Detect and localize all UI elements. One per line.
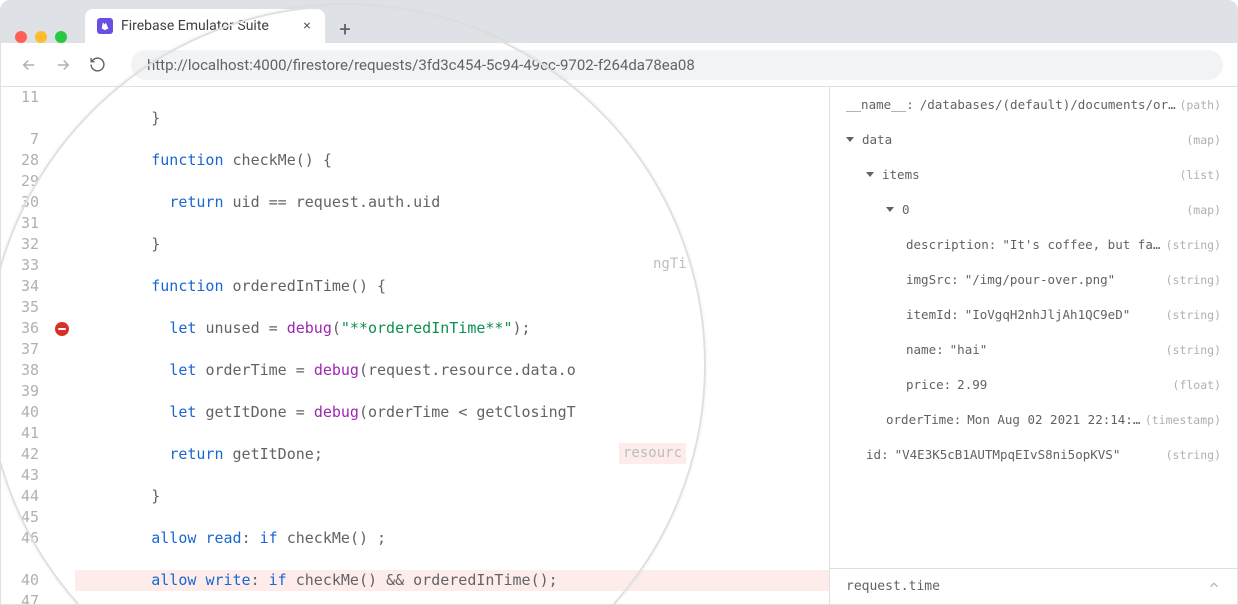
field-description: description: "It's coffee, but fanc… (st… — [830, 227, 1237, 262]
field-itemname: name: "hai" (string) — [830, 332, 1237, 367]
field-price: price: 2.99 (float) — [830, 367, 1237, 402]
caret-down-icon — [866, 172, 874, 177]
marker-column — [49, 87, 75, 604]
caret-down-icon — [886, 207, 894, 212]
traffic-lights — [15, 31, 67, 43]
address-bar[interactable]: http://localhost:4000/firestore/requests… — [131, 50, 1223, 80]
forward-button[interactable] — [49, 51, 77, 79]
favicon-firebase-icon — [97, 18, 113, 34]
back-button[interactable] — [15, 51, 43, 79]
chevron-up-icon — [1207, 578, 1221, 596]
browser-window: Firebase Emulator Suite × + http://local… — [0, 0, 1238, 605]
request-inspector: __name__: /databases/(default)/documents… — [829, 87, 1237, 604]
field-id: id: "V4E3K5cB1AUTMpqEIvS8ni5opKVS" (stri… — [830, 437, 1237, 472]
field-items[interactable]: items (list) — [830, 157, 1237, 192]
error-marker-icon[interactable] — [55, 322, 69, 336]
content-area: 1172829303132333435363738394041424344454… — [1, 87, 1237, 604]
field-item-0[interactable]: 0 (map) — [830, 192, 1237, 227]
code-editor[interactable]: } function checkMe() { return uid == req… — [75, 87, 829, 604]
tab-close-icon[interactable]: × — [299, 18, 315, 34]
footer-label: request.time — [846, 579, 940, 594]
browser-tab[interactable]: Firebase Emulator Suite × — [85, 9, 325, 43]
code-panel: 1172829303132333435363738394041424344454… — [1, 87, 829, 604]
field-ordertime: orderTime: Mon Aug 02 2021 22:14:46 GM… … — [830, 402, 1237, 437]
inspector-footer[interactable]: request.time — [830, 568, 1237, 604]
line-gutter: 1172829303132333435363738394041424344454… — [1, 87, 49, 604]
caret-down-icon — [846, 137, 854, 142]
reload-button[interactable] — [83, 51, 111, 79]
field-data[interactable]: data (map) — [830, 122, 1237, 157]
window-zoom-dot[interactable] — [55, 31, 67, 43]
new-tab-button[interactable]: + — [331, 15, 359, 43]
tab-title: Firebase Emulator Suite — [121, 18, 291, 34]
field-name: __name__: /databases/(default)/documents… — [830, 87, 1237, 122]
field-itemid: itemId: "IoVgqH2nhJljAh1QC9eD" (string) — [830, 297, 1237, 332]
field-imgsrc: imgSrc: "/img/pour-over.png" (string) — [830, 262, 1237, 297]
url-text: http://localhost:4000/firestore/requests… — [147, 56, 695, 74]
window-close-dot[interactable] — [15, 31, 27, 43]
toolbar: http://localhost:4000/firestore/requests… — [1, 43, 1237, 87]
window-minimize-dot[interactable] — [35, 31, 47, 43]
tab-strip: Firebase Emulator Suite × + — [1, 1, 1237, 43]
